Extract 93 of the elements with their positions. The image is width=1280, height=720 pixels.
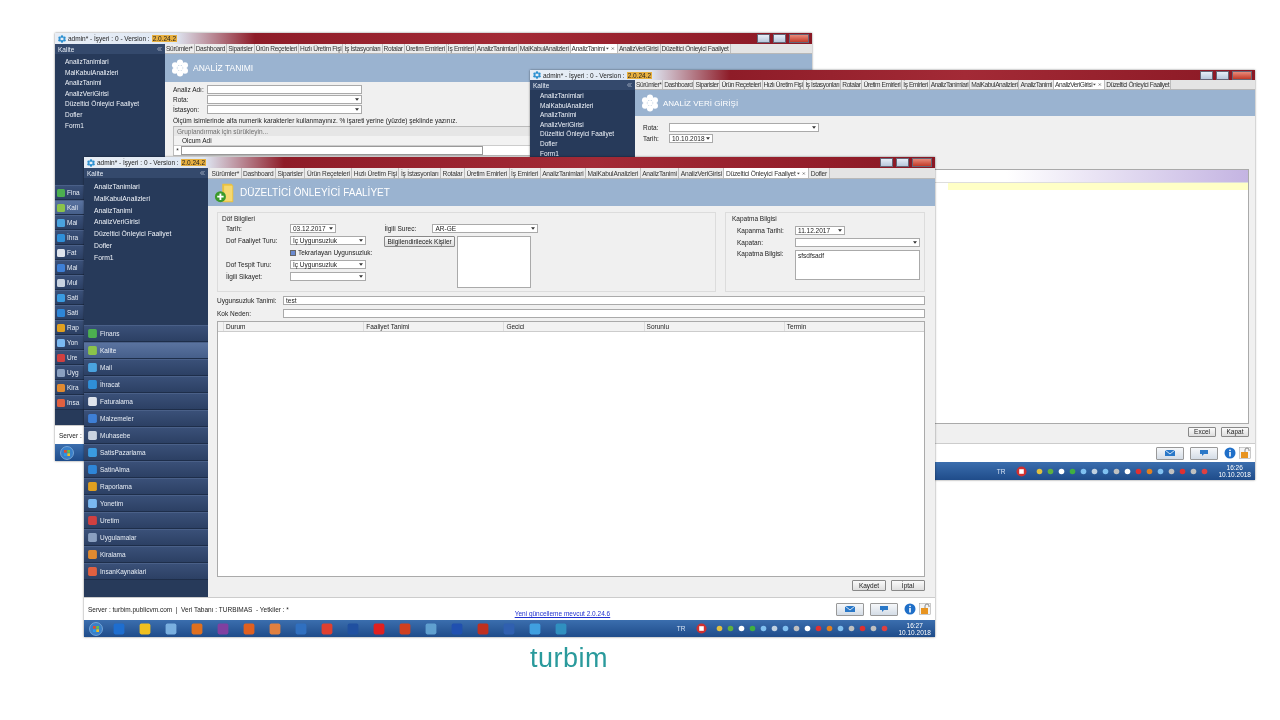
app-icon[interactable] xyxy=(139,622,151,635)
app-icon xyxy=(87,328,98,339)
app-icon xyxy=(87,498,98,509)
app-icon xyxy=(87,549,98,560)
app-icon xyxy=(87,396,98,407)
caret-icon xyxy=(913,241,917,244)
caret-icon xyxy=(812,126,816,129)
maximize-button[interactable] xyxy=(896,158,909,167)
app-icon xyxy=(56,337,66,348)
app-icon xyxy=(56,322,66,333)
close-button[interactable] xyxy=(789,34,809,43)
lock-icon[interactable] xyxy=(1239,447,1251,459)
app-icon xyxy=(87,464,98,475)
snowflake-icon xyxy=(87,158,95,167)
app-icon xyxy=(56,187,66,198)
app-icon xyxy=(56,292,66,303)
dropdown-field[interactable] xyxy=(207,95,362,104)
start-button[interactable] xyxy=(89,621,103,636)
app-icon xyxy=(87,430,98,441)
app-icon xyxy=(87,413,98,424)
collapse-icon[interactable] xyxy=(627,83,632,87)
close-icon[interactable] xyxy=(796,171,807,175)
lock-icon[interactable] xyxy=(919,603,931,615)
dropdown-field[interactable] xyxy=(669,123,819,132)
speech-bubble-icon xyxy=(878,605,890,613)
input-field[interactable] xyxy=(283,309,925,318)
minimize-button[interactable] xyxy=(880,158,893,167)
snowflake-icon xyxy=(533,71,541,79)
logo: turbim xyxy=(530,643,608,674)
caret-icon xyxy=(531,227,536,230)
caret-icon xyxy=(359,275,363,278)
app-icon xyxy=(87,481,98,492)
app-icon[interactable] xyxy=(696,623,708,634)
table-cell[interactable] xyxy=(181,146,483,155)
dropdown-field[interactable] xyxy=(207,105,362,114)
app-icon xyxy=(87,447,98,458)
app-icon xyxy=(87,532,98,543)
caret-icon xyxy=(355,108,359,111)
input-field[interactable] xyxy=(207,85,362,94)
flower-icon xyxy=(171,59,189,77)
maximize-button[interactable] xyxy=(1216,70,1229,80)
envelope-icon xyxy=(844,605,856,613)
app-icon xyxy=(56,217,66,228)
info-icon[interactable] xyxy=(1224,447,1236,459)
flower-icon xyxy=(641,94,659,112)
app-icon xyxy=(56,382,66,393)
chat-button[interactable] xyxy=(1190,446,1218,460)
caret-icon xyxy=(355,98,359,101)
collapse-icon[interactable] xyxy=(157,47,162,51)
collapse-icon[interactable] xyxy=(200,171,205,175)
start-button[interactable] xyxy=(60,445,74,460)
app-icon[interactable] xyxy=(1016,465,1028,477)
close-icon[interactable] xyxy=(605,47,616,50)
app-icon xyxy=(87,515,98,526)
close-icon[interactable] xyxy=(1093,83,1104,86)
app-icon xyxy=(56,232,66,243)
dropdown-field[interactable] xyxy=(290,272,366,281)
app-icon xyxy=(56,307,66,318)
page-title: DÜZELTİCİ ÖNLEYİCİ FAALİYET xyxy=(240,187,390,198)
app-icon xyxy=(56,202,66,213)
app-icon xyxy=(56,367,66,378)
close-button[interactable] xyxy=(912,158,932,167)
app-icon xyxy=(87,379,98,390)
caret-icon xyxy=(329,227,333,230)
app-icon xyxy=(87,362,98,373)
app-icon xyxy=(56,247,66,258)
page-title: ANALİZ VERİ GİRİŞİ xyxy=(663,98,739,108)
app-icon xyxy=(87,345,98,356)
app-icon xyxy=(56,262,66,273)
maximize-button[interactable] xyxy=(773,34,786,43)
snowflake-icon xyxy=(58,34,66,43)
mail-button[interactable] xyxy=(836,602,864,616)
caret-icon xyxy=(359,239,363,242)
chat-button[interactable] xyxy=(870,602,898,616)
close-button[interactable] xyxy=(1232,70,1252,80)
app-icon xyxy=(56,397,66,408)
envelope-icon xyxy=(1164,449,1176,457)
caret-icon xyxy=(838,229,842,232)
app-icon xyxy=(87,566,98,577)
info-icon[interactable] xyxy=(904,603,916,615)
mail-button[interactable] xyxy=(1156,446,1184,460)
caret-icon xyxy=(359,263,363,266)
app-icon[interactable] xyxy=(165,622,177,635)
folder-add-icon xyxy=(214,181,236,204)
page-title: ANALİZ TANIMI xyxy=(193,63,254,73)
app-icon xyxy=(56,277,66,288)
checkbox[interactable] xyxy=(290,249,296,256)
speech-bubble-icon xyxy=(1198,449,1210,457)
minimize-button[interactable] xyxy=(1200,70,1213,80)
list-box[interactable] xyxy=(456,236,531,288)
dropdown-field[interactable] xyxy=(795,238,920,247)
minimize-button[interactable] xyxy=(757,34,770,43)
app-icon xyxy=(56,352,66,363)
